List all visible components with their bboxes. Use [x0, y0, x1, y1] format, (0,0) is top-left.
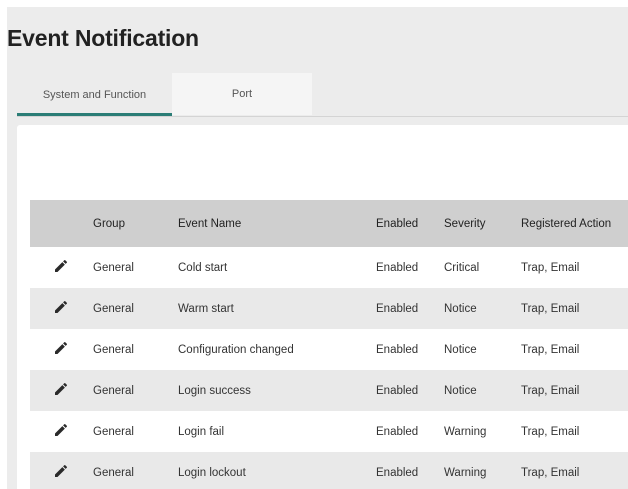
- page: Event Notification System and Function P…: [7, 7, 628, 489]
- cell-enabled: Enabled: [376, 329, 444, 370]
- cell-event-name: Login success: [178, 370, 376, 411]
- page-title: Event Notification: [7, 25, 199, 51]
- cell-severity: Notice: [444, 329, 521, 370]
- row-action-cell: [30, 329, 93, 370]
- cell-enabled: Enabled: [376, 247, 444, 288]
- row-action-cell: [30, 370, 93, 411]
- pencil-icon[interactable]: [53, 299, 69, 318]
- event-table-body: General Cold start Enabled Critical Trap…: [30, 247, 628, 489]
- pencil-icon[interactable]: [53, 422, 69, 441]
- table-header-row: Group Event Name Enabled Severity Regist…: [30, 200, 628, 247]
- table-row[interactable]: General Cold start Enabled Critical Trap…: [30, 247, 628, 288]
- cell-severity: Warning: [444, 411, 521, 452]
- pencil-icon[interactable]: [53, 258, 69, 277]
- cell-enabled: Enabled: [376, 288, 444, 329]
- row-action-cell: [30, 247, 93, 288]
- pencil-icon[interactable]: [53, 381, 69, 400]
- column-header-actions: [30, 200, 93, 247]
- row-action-cell: [30, 411, 93, 452]
- cell-registered-action: Trap, Email: [521, 329, 628, 370]
- cell-registered-action: Trap, Email: [521, 370, 628, 411]
- row-action-cell: [30, 288, 93, 329]
- cell-group: General: [93, 452, 178, 489]
- table-row[interactable]: General Configuration changed Enabled No…: [30, 329, 628, 370]
- table-row[interactable]: General Login success Enabled Notice Tra…: [30, 370, 628, 411]
- column-header-group[interactable]: Group: [93, 200, 178, 247]
- pencil-icon[interactable]: [53, 340, 69, 359]
- cell-registered-action: Trap, Email: [521, 452, 628, 489]
- column-header-event-name[interactable]: Event Name: [178, 200, 376, 247]
- cell-group: General: [93, 329, 178, 370]
- column-header-severity[interactable]: Severity: [444, 200, 521, 247]
- tab-port[interactable]: Port: [172, 73, 312, 115]
- cell-group: General: [93, 247, 178, 288]
- cell-registered-action: Trap, Email: [521, 411, 628, 452]
- tab-system-and-function[interactable]: System and Function: [17, 73, 172, 116]
- table-row[interactable]: General Warm start Enabled Notice Trap, …: [30, 288, 628, 329]
- column-header-enabled[interactable]: Enabled: [376, 200, 444, 247]
- row-action-cell: [30, 452, 93, 489]
- cell-group: General: [93, 411, 178, 452]
- cell-enabled: Enabled: [376, 411, 444, 452]
- cell-event-name: Configuration changed: [178, 329, 376, 370]
- cell-event-name: Login fail: [178, 411, 376, 452]
- cell-event-name: Warm start: [178, 288, 376, 329]
- event-table: Group Event Name Enabled Severity Regist…: [30, 200, 628, 489]
- cell-group: General: [93, 288, 178, 329]
- cell-event-name: Cold start: [178, 247, 376, 288]
- cell-registered-action: Trap, Email: [521, 247, 628, 288]
- cell-severity: Critical: [444, 247, 521, 288]
- cell-severity: Notice: [444, 288, 521, 329]
- cell-registered-action: Trap, Email: [521, 288, 628, 329]
- column-header-registered-action[interactable]: Registered Action: [521, 200, 628, 247]
- cell-group: General: [93, 370, 178, 411]
- pencil-icon[interactable]: [53, 463, 69, 482]
- cell-enabled: Enabled: [376, 370, 444, 411]
- table-row[interactable]: General Login fail Enabled Warning Trap,…: [30, 411, 628, 452]
- cell-enabled: Enabled: [376, 452, 444, 489]
- cell-event-name: Login lockout: [178, 452, 376, 489]
- tab-bar: System and Function Port: [17, 73, 628, 117]
- cell-severity: Notice: [444, 370, 521, 411]
- cell-severity: Warning: [444, 452, 521, 489]
- table-row[interactable]: General Login lockout Enabled Warning Tr…: [30, 452, 628, 489]
- event-table-card: Group Event Name Enabled Severity Regist…: [17, 125, 628, 489]
